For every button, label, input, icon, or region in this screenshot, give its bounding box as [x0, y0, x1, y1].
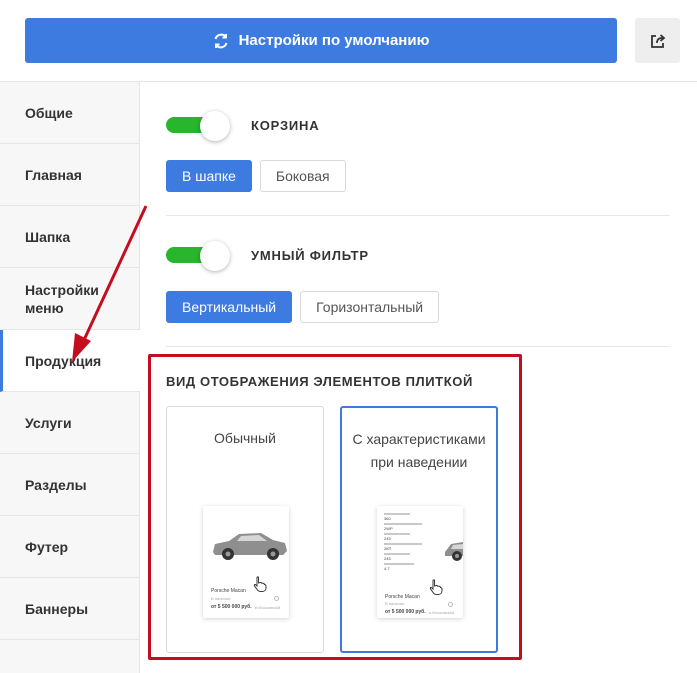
sidebar-item-main[interactable]: Главная — [0, 144, 139, 206]
cart-position-selector: В шапке Боковая — [166, 160, 346, 192]
filter-vertical-button[interactable]: Вертикальный — [166, 291, 293, 323]
settings-sidebar: Общие Главная Шапка Настройки меню Проду… — [0, 82, 141, 673]
divider — [166, 215, 670, 216]
sidebar-item-sections[interactable]: Разделы — [0, 454, 139, 516]
filter-horizontal-button[interactable]: Горизонтальный — [300, 291, 440, 323]
refresh-icon — [214, 33, 228, 48]
toggle-knob — [200, 241, 230, 271]
sidebar-item-label: Общие — [25, 104, 73, 121]
toggle-knob — [200, 111, 230, 141]
sidebar-item-services[interactable]: Услуги — [0, 392, 139, 454]
highlight-box — [148, 354, 522, 660]
divider — [166, 346, 670, 347]
cart-label: КОРЗИНА — [251, 117, 320, 133]
sidebar-item-label: Разделы — [25, 476, 87, 493]
cart-toggle[interactable] — [166, 111, 232, 141]
sidebar-item-label: Настройки меню — [25, 281, 99, 316]
smart-filter-setting: УМНЫЙ ФИЛЬТР — [166, 241, 369, 271]
sidebar-item-footer[interactable]: Футер — [0, 516, 139, 578]
sidebar-item-header[interactable]: Шапка — [0, 206, 139, 268]
sidebar-item-products[interactable]: Продукция — [0, 330, 141, 392]
sidebar-item-banners[interactable]: Баннеры — [0, 578, 139, 640]
cart-sidebar-button[interactable]: Боковая — [259, 160, 346, 192]
sidebar-item-label: Продукция — [25, 352, 102, 369]
cart-in-header-button[interactable]: В шапке — [166, 160, 252, 192]
sidebar-item-label: Услуги — [25, 414, 72, 431]
sidebar-item-label: Баннеры — [25, 600, 89, 617]
cart-setting: КОРЗИНА — [166, 111, 320, 141]
sidebar-item-menu-settings[interactable]: Настройки меню — [0, 268, 139, 330]
sidebar-item-general[interactable]: Общие — [0, 82, 139, 144]
share-button[interactable] — [635, 18, 680, 63]
top-bar: Настройки по умолчанию — [0, 0, 697, 82]
reset-defaults-button[interactable]: Настройки по умолчанию — [25, 18, 617, 63]
share-icon — [650, 33, 665, 48]
reset-defaults-label: Настройки по умолчанию — [238, 32, 430, 49]
sidebar-item-label: Главная — [25, 166, 82, 183]
smart-filter-label: УМНЫЙ ФИЛЬТР — [251, 247, 369, 263]
sidebar-item-label: Шапка — [25, 228, 71, 245]
smart-filter-toggle[interactable] — [166, 241, 232, 271]
sidebar-item-label: Футер — [25, 538, 69, 555]
smart-filter-orientation-selector: Вертикальный Горизонтальный — [166, 291, 440, 323]
